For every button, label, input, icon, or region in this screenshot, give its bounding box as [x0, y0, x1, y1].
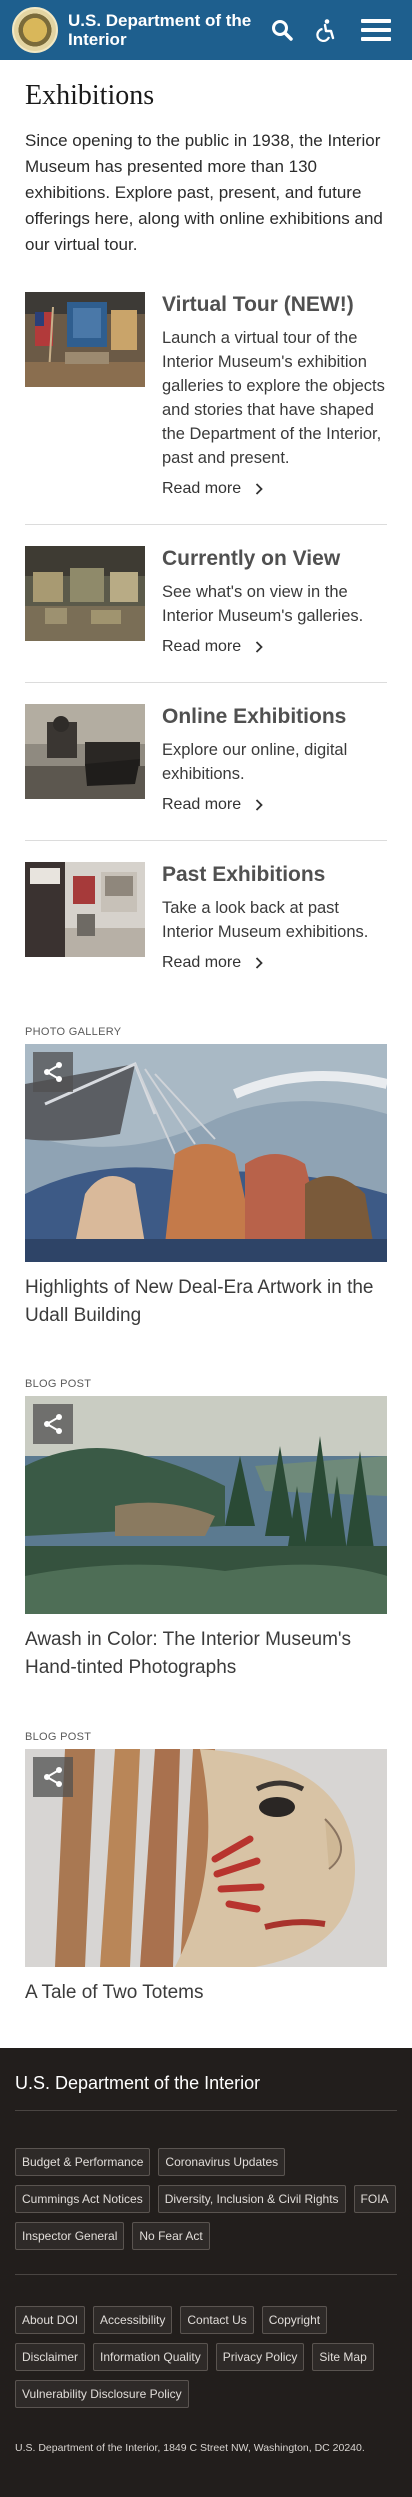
- exhibition-card: Currently on View See what's on view in …: [25, 546, 387, 666]
- share-icon: [44, 1767, 62, 1787]
- read-more-link[interactable]: Read more: [162, 480, 263, 498]
- feature-card: BLOG POST A Tale of Two Totems: [25, 1731, 387, 2007]
- share-icon: [44, 1414, 62, 1434]
- read-more-label: Read more: [162, 480, 242, 497]
- feature-title[interactable]: Highlights of New Deal-Era Artwork in th…: [25, 1274, 387, 1330]
- feature-label: BLOG POST: [25, 1731, 92, 1743]
- online-exhibitions-thumbnail[interactable]: [25, 704, 145, 799]
- chevron-right-icon: [256, 957, 263, 969]
- card-description: See what's on view in the Interior Museu…: [162, 583, 364, 625]
- past-exhibitions-thumbnail[interactable]: [25, 862, 145, 957]
- read-more-label: Read more: [162, 954, 242, 971]
- card-description: Take a look back at past Interior Museum…: [162, 899, 369, 941]
- card-title[interactable]: Virtual Tour (NEW!): [162, 292, 354, 318]
- feature-title[interactable]: A Tale of Two Totems: [25, 1979, 387, 2007]
- footer-link-cummings[interactable]: Cummings Act Notices: [15, 2185, 150, 2213]
- share-button[interactable]: [33, 1052, 73, 1092]
- feature-title[interactable]: Awash in Color: The Interior Museum's Ha…: [25, 1626, 387, 1682]
- footer-link-accessibility[interactable]: Accessibility: [93, 2306, 173, 2334]
- footer-link-privacy[interactable]: Privacy Policy: [215, 2343, 305, 2371]
- card-title[interactable]: Currently on View: [162, 546, 340, 572]
- search-button[interactable]: [266, 14, 298, 46]
- share-icon: [44, 1062, 62, 1082]
- chevron-right-icon: [256, 641, 263, 653]
- footer-link-about[interactable]: About DOI: [15, 2306, 86, 2334]
- card-description: Launch a virtual tour of the Interior Mu…: [162, 329, 385, 467]
- footer-link-information-quality[interactable]: Information Quality: [93, 2343, 208, 2371]
- new-deal-artwork-image[interactable]: [25, 1044, 387, 1262]
- search-icon: [272, 20, 293, 41]
- footer-link-foia[interactable]: FOIA: [353, 2185, 396, 2213]
- exhibition-card: Online Exhibitions Explore our online, d…: [25, 704, 387, 824]
- share-button[interactable]: [33, 1757, 73, 1797]
- exhibition-card: Virtual Tour (NEW!) Launch a virtual tou…: [25, 292, 387, 502]
- totem-image[interactable]: [25, 1749, 387, 1967]
- currently-on-view-thumbnail[interactable]: [25, 546, 145, 641]
- site-footer: U.S. Department of the Interior Budget &…: [0, 2048, 412, 2497]
- site-header: U.S. Department of the Interior: [0, 0, 412, 60]
- footer-address: U.S. Department of the Interior, 1849 C …: [15, 2442, 365, 2454]
- feature-label: PHOTO GALLERY: [25, 1026, 122, 1038]
- card-title[interactable]: Past Exhibitions: [162, 862, 325, 888]
- footer-title[interactable]: U.S. Department of the Interior: [15, 2073, 260, 2094]
- footer-link-inspector-general[interactable]: Inspector General: [15, 2222, 125, 2250]
- card-description: Explore our online, digital exhibitions.: [162, 741, 348, 783]
- feature-label: BLOG POST: [25, 1378, 92, 1390]
- feature-card: PHOTO GALLERY Highlights of New Deal-Era…: [25, 1026, 387, 1330]
- share-button[interactable]: [33, 1404, 73, 1444]
- card-divider: [25, 524, 387, 525]
- menu-button[interactable]: [358, 14, 394, 46]
- read-more-label: Read more: [162, 796, 242, 813]
- footer-link-budget[interactable]: Budget & Performance: [15, 2148, 151, 2176]
- footer-link-no-fear-act[interactable]: No Fear Act: [132, 2222, 210, 2250]
- exhibition-card: Past Exhibitions Take a look back at pas…: [25, 862, 387, 982]
- chevron-right-icon: [256, 483, 263, 495]
- hand-tinted-photograph-image[interactable]: [25, 1396, 387, 1614]
- intro-text: Since opening to the public in 1938, the…: [25, 131, 383, 254]
- footer-divider: [15, 2274, 397, 2275]
- footer-link-coronavirus[interactable]: Coronavirus Updates: [158, 2148, 286, 2176]
- footer-link-copyright[interactable]: Copyright: [261, 2306, 328, 2334]
- card-title[interactable]: Online Exhibitions: [162, 704, 346, 730]
- read-more-link[interactable]: Read more: [162, 954, 263, 972]
- card-divider: [25, 682, 387, 683]
- footer-secondary-links: About DOI Accessibility Contact Us Copyr…: [15, 2306, 397, 2408]
- site-title[interactable]: U.S. Department of the Interior: [68, 11, 258, 49]
- footer-link-contact[interactable]: Contact Us: [180, 2306, 254, 2334]
- card-divider: [25, 840, 387, 841]
- footer-link-vulnerability[interactable]: Vulnerability Disclosure Policy: [15, 2380, 189, 2408]
- read-more-link[interactable]: Read more: [162, 638, 263, 656]
- menu-icon: [361, 19, 391, 41]
- accessibility-button[interactable]: [310, 14, 342, 46]
- feature-card: BLOG POST Awash in Color: The Interior M…: [25, 1378, 387, 1682]
- seal-logo[interactable]: [12, 7, 58, 53]
- read-more-label: Read more: [162, 638, 242, 655]
- accessibility-icon: [316, 19, 335, 42]
- page-title: Exhibitions: [25, 80, 155, 111]
- footer-primary-links: Budget & Performance Coronavirus Updates…: [15, 2148, 397, 2250]
- footer-link-diversity[interactable]: Diversity, Inclusion & Civil Rights: [157, 2185, 346, 2213]
- footer-link-disclaimer[interactable]: Disclaimer: [15, 2343, 86, 2371]
- chevron-right-icon: [256, 799, 263, 811]
- virtual-tour-thumbnail[interactable]: [25, 292, 145, 387]
- footer-link-site-map[interactable]: Site Map: [312, 2343, 374, 2371]
- read-more-link[interactable]: Read more: [162, 796, 263, 814]
- footer-divider: [15, 2110, 397, 2111]
